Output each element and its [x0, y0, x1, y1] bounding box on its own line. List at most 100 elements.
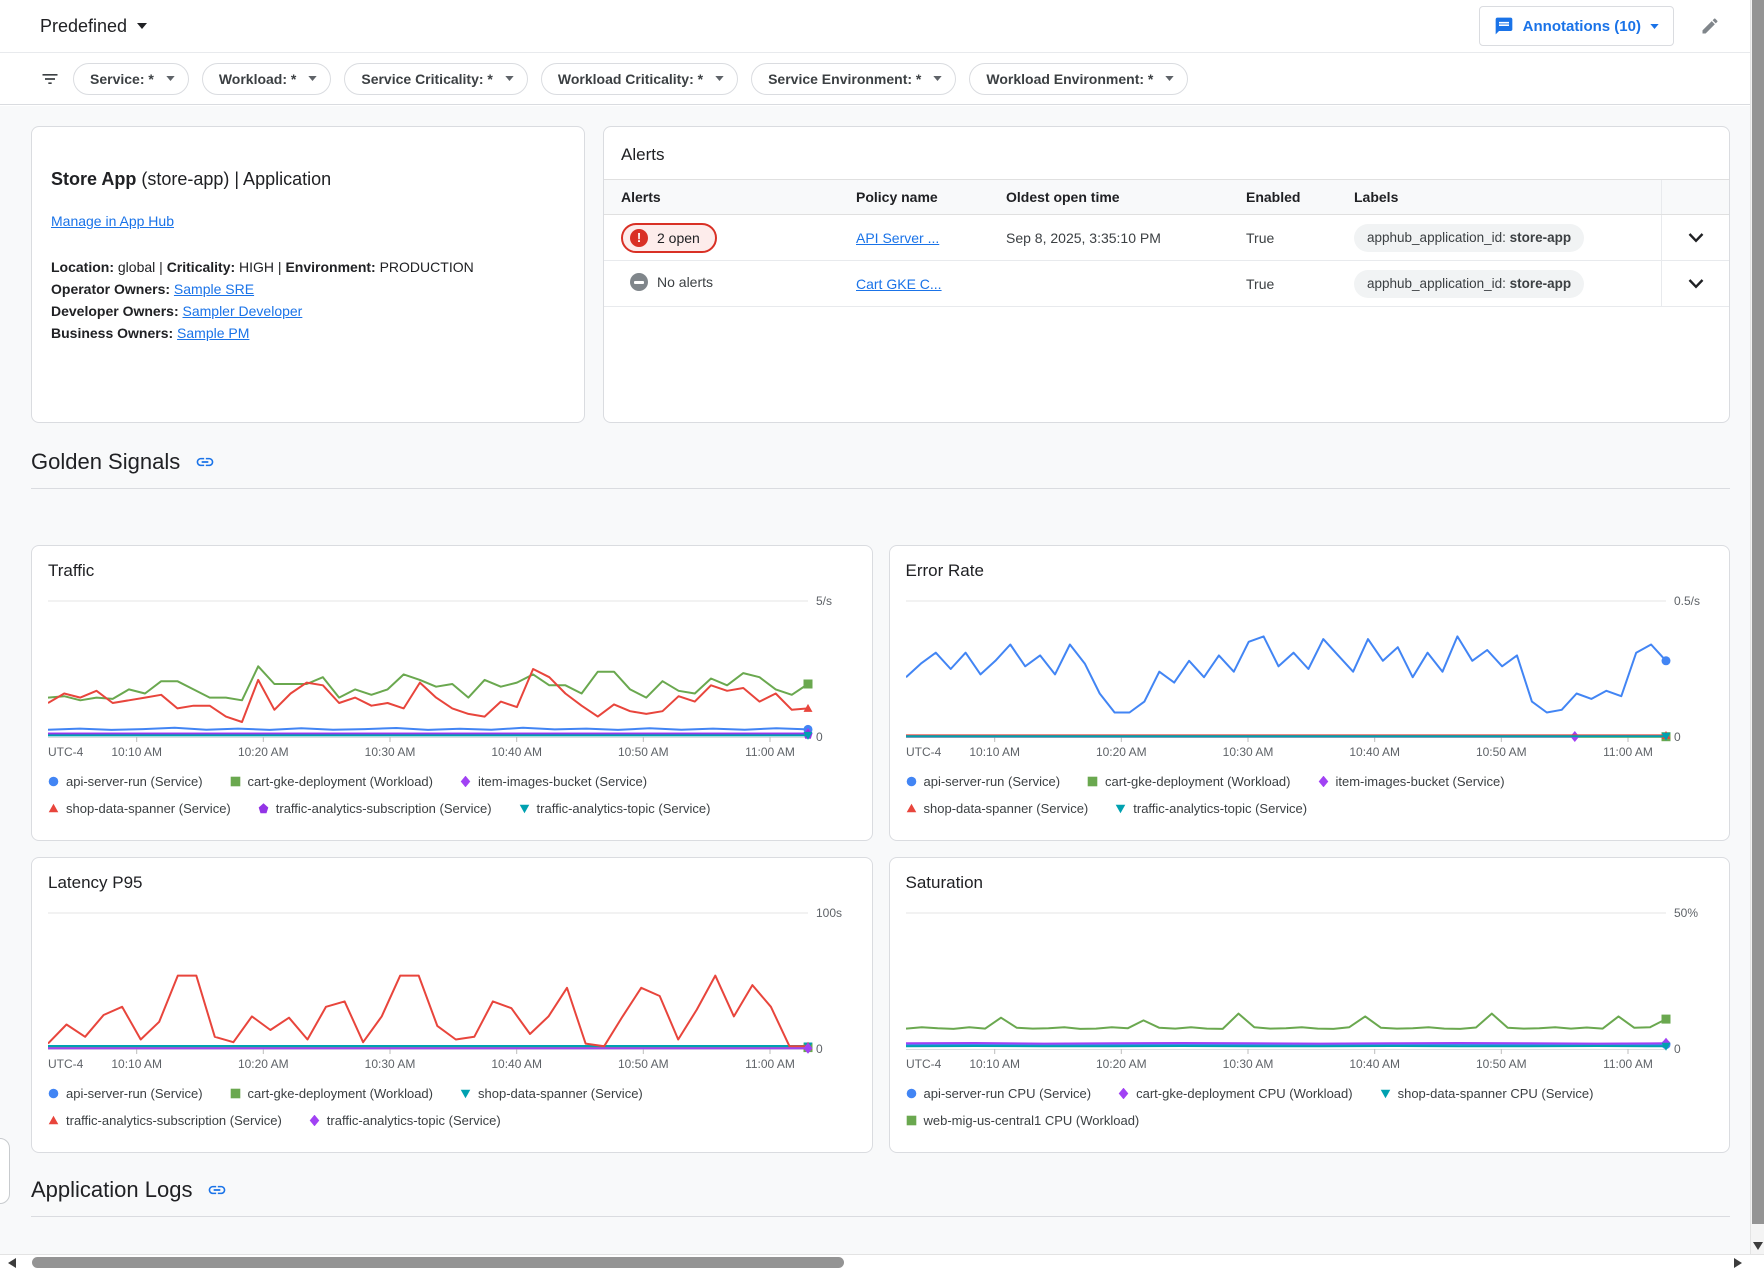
legend-item[interactable]: traffic-analytics-topic (Service) — [1115, 801, 1307, 816]
filter-chip-service[interactable]: Service: * — [73, 63, 189, 95]
svg-text:11:00 AM: 11:00 AM — [1603, 745, 1653, 759]
svg-text:100s: 100s — [816, 906, 842, 920]
svg-text:10:10 AM: 10:10 AM — [969, 1057, 1020, 1071]
chevron-down-icon — [1688, 279, 1704, 289]
expand-alert-row-button[interactable] — [1688, 233, 1704, 243]
operator-owner-link[interactable]: Sample SRE — [174, 281, 254, 297]
col-enabled: Enabled — [1246, 189, 1354, 205]
legend-item[interactable]: traffic-analytics-subscription (Service) — [48, 1113, 282, 1128]
legend-item[interactable]: traffic-analytics-subscription (Service) — [258, 801, 492, 816]
caret-down-icon — [505, 76, 514, 81]
legend-marker-square-icon — [906, 1115, 917, 1126]
legend-item[interactable]: shop-data-spanner (Service) — [48, 801, 231, 816]
svg-text:10:50 AM: 10:50 AM — [618, 1057, 669, 1071]
legend-marker-triangle-down-icon — [519, 803, 530, 814]
legend-marker-diamond-icon — [1318, 776, 1329, 787]
legend-item[interactable]: shop-data-spanner (Service) — [460, 1086, 643, 1101]
legend-label: traffic-analytics-subscription (Service) — [276, 801, 492, 816]
edit-dashboard-button[interactable] — [1700, 16, 1720, 36]
annotations-button[interactable]: Annotations (10) — [1479, 6, 1674, 46]
policy-name-link[interactable]: Cart GKE C... — [856, 276, 942, 292]
section-divider — [31, 488, 1730, 489]
business-owner-link[interactable]: Sample PM — [177, 325, 249, 341]
caret-down-icon — [715, 76, 724, 81]
vertical-scrollbar[interactable] — [1750, 0, 1764, 1254]
legend-item[interactable]: web-mig-us-central1 CPU (Workload) — [906, 1113, 1140, 1128]
legend-label: item-images-bucket (Service) — [1336, 774, 1505, 789]
legend-item[interactable]: api-server-run (Service) — [906, 774, 1061, 789]
enabled-value: True — [1246, 276, 1354, 292]
header-bar: Predefined Annotations (10) — [0, 0, 1764, 53]
svg-text:10:30 AM: 10:30 AM — [365, 1057, 416, 1071]
traffic-chart-plot[interactable]: 5/s010:10 AM10:20 AM10:30 AM10:40 AM10:5… — [48, 587, 856, 765]
filter-chip-service-criticality[interactable]: Service Criticality: * — [344, 63, 528, 95]
svg-text:10:20 AM: 10:20 AM — [1095, 1057, 1146, 1071]
legend-item[interactable]: cart-gke-deployment (Workload) — [230, 774, 433, 789]
filter-chip-service-environment[interactable]: Service Environment: * — [751, 63, 956, 95]
legend-marker-square-icon — [230, 776, 241, 787]
horizontal-scrollbar[interactable] — [0, 1254, 1764, 1270]
svg-text:10:30 AM: 10:30 AM — [365, 745, 416, 759]
legend-marker-square-icon — [1087, 776, 1098, 787]
legend-item[interactable]: cart-gke-deployment (Workload) — [1087, 774, 1290, 789]
business-owners-line: Business Owners: Sample PM — [51, 322, 566, 344]
scroll-left-arrow[interactable] — [8, 1258, 16, 1268]
saturation-chart-plot[interactable]: 50%010:10 AM10:20 AM10:30 AM10:40 AM10:5… — [906, 899, 1714, 1077]
svg-text:10:20 AM: 10:20 AM — [238, 1057, 289, 1071]
legend-marker-circle-icon — [48, 776, 59, 787]
legend-item[interactable]: cart-gke-deployment CPU (Workload) — [1118, 1086, 1353, 1101]
legend-item[interactable]: cart-gke-deployment (Workload) — [230, 1086, 433, 1101]
scroll-right-arrow[interactable] — [1734, 1258, 1742, 1268]
chart-legend: api-server-run CPU (Service) cart-gke-dep… — [906, 1086, 1714, 1128]
svg-text:0: 0 — [816, 1042, 823, 1056]
developer-owners-line: Developer Owners: Sampler Developer — [51, 300, 566, 322]
policy-name-link[interactable]: API Server ... — [856, 230, 939, 246]
scroll-down-arrow[interactable] — [1753, 1242, 1763, 1250]
col-expand — [1661, 180, 1729, 214]
legend-marker-diamond-icon — [460, 776, 471, 787]
legend-item[interactable]: traffic-analytics-topic (Service) — [309, 1113, 501, 1128]
legend-marker-triangle-up-icon — [48, 803, 59, 814]
legend-item[interactable]: shop-data-spanner CPU (Service) — [1380, 1086, 1594, 1101]
legend-item[interactable]: item-images-bucket (Service) — [460, 774, 647, 789]
legend-marker-triangle-up-icon — [906, 803, 917, 814]
svg-text:10:40 AM: 10:40 AM — [1349, 745, 1400, 759]
svg-text:UTC-4: UTC-4 — [48, 1057, 84, 1071]
operator-owners-line: Operator Owners: Sample SRE — [51, 278, 566, 300]
legend-item[interactable]: api-server-run CPU (Service) — [906, 1086, 1092, 1101]
vertical-scrollbar-thumb[interactable] — [1752, 0, 1764, 1224]
filter-chip-workload-criticality[interactable]: Workload Criticality: * — [541, 63, 738, 95]
legend-label: cart-gke-deployment CPU (Workload) — [1136, 1086, 1353, 1101]
chart-canvas[interactable]: 0.5/s010:10 AM10:20 AM10:30 AM10:40 AM10… — [906, 587, 1714, 765]
chart-canvas[interactable]: 50%010:10 AM10:20 AM10:30 AM10:40 AM10:5… — [906, 899, 1714, 1077]
legend-item[interactable]: api-server-run (Service) — [48, 1086, 203, 1101]
legend-item[interactable]: api-server-run (Service) — [48, 774, 203, 789]
view-selector-label: Predefined — [40, 16, 127, 37]
svg-text:0: 0 — [816, 730, 823, 744]
filter-chip-workload[interactable]: Workload: * — [202, 63, 332, 95]
golden-signals-heading: Golden Signals — [31, 449, 1730, 475]
manage-in-app-hub-link[interactable]: Manage in App Hub — [51, 213, 174, 229]
chart-canvas[interactable]: 5/s010:10 AM10:20 AM10:30 AM10:40 AM10:5… — [48, 587, 856, 765]
legend-item[interactable]: traffic-analytics-topic (Service) — [519, 801, 711, 816]
filter-list-icon — [40, 69, 60, 89]
svg-text:10:10 AM: 10:10 AM — [969, 745, 1020, 759]
chart-canvas[interactable]: 100s010:10 AM10:20 AM10:30 AM10:40 AM10:… — [48, 899, 856, 1077]
view-selector-dropdown[interactable]: Predefined — [40, 16, 147, 37]
error-rate-chart-card: Error Rate 0.5/s010:10 AM10:20 AM10:30 A… — [889, 545, 1731, 841]
legend-item[interactable]: item-images-bucket (Service) — [1318, 774, 1505, 789]
legend-marker-circle-icon — [906, 1088, 917, 1099]
latency-p95-chart-plot[interactable]: 100s010:10 AM10:20 AM10:30 AM10:40 AM10:… — [48, 899, 856, 1077]
legend-item[interactable]: shop-data-spanner (Service) — [906, 801, 1089, 816]
edge-floating-panel[interactable] — [0, 1138, 10, 1204]
application-logs-link-icon[interactable] — [207, 1180, 227, 1200]
error-rate-chart-plot[interactable]: 0.5/s010:10 AM10:20 AM10:30 AM10:40 AM10… — [906, 587, 1714, 765]
legend-label: api-server-run CPU (Service) — [924, 1086, 1092, 1101]
expand-alert-row-button[interactable] — [1688, 279, 1704, 289]
col-labels: Labels — [1354, 189, 1661, 205]
svg-text:10:40 AM: 10:40 AM — [491, 1057, 542, 1071]
golden-signals-link-icon[interactable] — [195, 452, 215, 472]
horizontal-scrollbar-thumb[interactable] — [32, 1257, 844, 1268]
filter-chip-workload-environment[interactable]: Workload Environment: * — [969, 63, 1188, 95]
developer-owner-link[interactable]: Sampler Developer — [183, 303, 303, 319]
